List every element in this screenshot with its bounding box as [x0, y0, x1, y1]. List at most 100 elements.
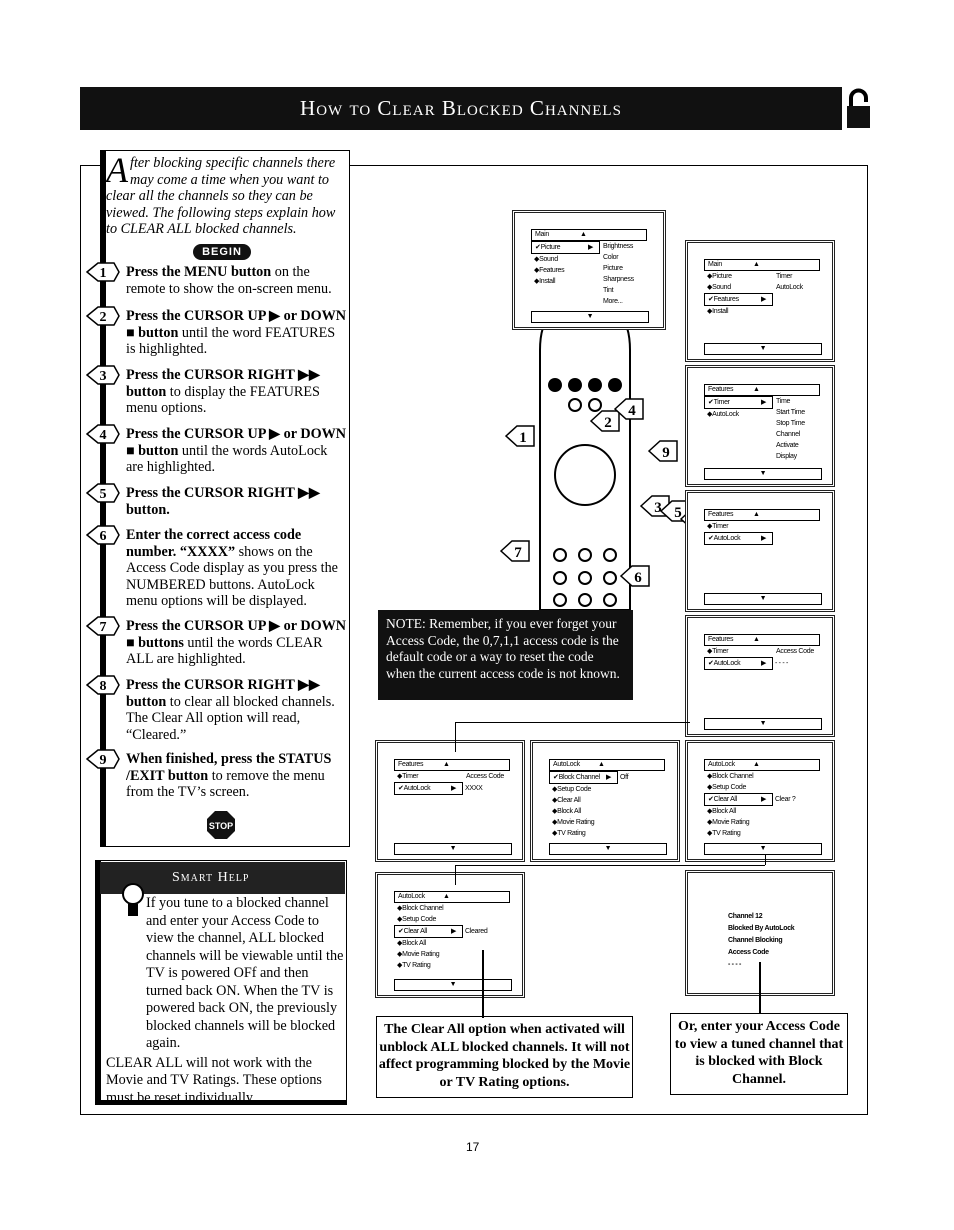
- menu-item-label: Install: [712, 308, 729, 315]
- menu-item-label: TV Rating: [402, 962, 431, 969]
- intro-text: After blocking specific channels there m…: [106, 152, 346, 238]
- callout-number: 2: [604, 415, 612, 431]
- step-callout-6: 6: [619, 565, 650, 587]
- menu-item: ◆Setup Code: [394, 914, 510, 925]
- connector-line: [455, 722, 456, 752]
- stop-label: STOP: [209, 821, 233, 831]
- menu-item: ◆Block All: [704, 806, 820, 817]
- arrow-down-icon: ▼: [704, 718, 822, 730]
- step-1: 1 Press the MENU button on the remote to …: [86, 262, 348, 297]
- menu-title: Main: [708, 261, 722, 268]
- arrow-right-icon: ▶: [588, 244, 594, 251]
- step-callout-7: 7: [499, 540, 530, 562]
- arrow-up-icon: ▲: [753, 386, 760, 393]
- menu-item: ✔Clear All ▶ Clear ?: [704, 793, 796, 806]
- menu-title: Main: [535, 231, 549, 238]
- submenu-item: Timer: [776, 273, 793, 280]
- step-number-badge-icon: 9: [86, 749, 120, 769]
- step-6: 6 Enter the correct access code number. “…: [86, 525, 348, 610]
- menu-item-label: Movie Rating: [402, 951, 440, 958]
- arrow-down-icon: ▼: [704, 843, 822, 855]
- tv-screen-menu: Features ▲ ◆Timer ✔AutoLock ▶ ▼: [685, 490, 835, 612]
- menu-item-value: Off: [620, 774, 629, 781]
- callout-number: 9: [662, 445, 670, 461]
- menu-item-label: Setup Code: [557, 786, 592, 793]
- menu-item: ◆Timer Access Code: [704, 646, 820, 657]
- tv-screen-menu: AutoLock ▲ ✔Block Channel ▶ Off ◆Setup Code ◆C…: [530, 740, 680, 862]
- menu-item-label: Setup Code: [402, 916, 437, 923]
- step-7: 7 Press the CURSOR UP ▶ or DOWN ■ buttons…: [86, 616, 348, 668]
- menu-item-label: Timer: [712, 523, 729, 530]
- arrow-down-icon: ▼: [704, 468, 822, 480]
- step-number: 3: [100, 369, 107, 384]
- menu-item-label: Block All: [402, 940, 426, 947]
- arrow-right-icon: ▶: [451, 785, 457, 792]
- menu-item-value: XXXX: [465, 785, 483, 792]
- menu-item-label: Movie Rating: [557, 819, 595, 826]
- arrow-right-icon: ▶: [761, 296, 767, 303]
- menu-item: ◆TV Rating: [394, 960, 510, 971]
- menu-item-label: Clear All: [403, 928, 428, 935]
- step-number-badge-icon: 6: [86, 525, 120, 545]
- menu-item-label: Sound: [539, 256, 558, 263]
- menu-item-label: Timer: [402, 773, 419, 780]
- arrow-up-icon: ▲: [753, 761, 760, 768]
- menu-item-label: Timer: [712, 648, 729, 655]
- intro-body: fter blocking specific channels there ma…: [106, 155, 336, 237]
- arrow-line: [482, 950, 484, 1018]
- step-2: 2 Press the CURSOR UP ▶ or DOWN ■ button …: [86, 306, 348, 358]
- tv-screen-menu: Features ▲ ✔Timer ▶ ◆AutoLock Time Start Time S…: [685, 365, 835, 487]
- menu-item-label: Picture: [712, 273, 732, 280]
- menu-item-label: Block All: [712, 808, 736, 815]
- menu-item-label: Movie Rating: [712, 819, 750, 826]
- step-4: 4 Press the CURSOR UP ▶ or DOWN ■ button …: [86, 424, 348, 476]
- menu-item-label: Clear All: [557, 797, 581, 804]
- step-number-badge-icon: 2: [86, 306, 120, 326]
- menu-title: AutoLock: [553, 761, 580, 768]
- submenu-item: Color: [603, 254, 619, 261]
- step-number: 4: [100, 428, 107, 443]
- step-number: 2: [100, 310, 107, 325]
- step-number: 1: [100, 266, 107, 281]
- page-number: 17: [466, 1140, 480, 1154]
- step-heading: Press the CURSOR RIGHT ▶▶ button.: [126, 485, 320, 518]
- manual-page: How to Clear Blocked Channels After bloc…: [0, 0, 954, 1230]
- submenu-item: Tint: [603, 287, 614, 294]
- menu-item-label: Block Channel: [402, 905, 444, 912]
- step-number: 8: [100, 679, 107, 694]
- menu-item: ✔AutoLock ▶: [704, 532, 773, 545]
- menu-header: AutoLock ▲: [704, 759, 820, 771]
- tv-screen-menu: Main ▲ ◆Picture ◆Sound ✔Features ▶ ◆Install Tim…: [685, 240, 835, 362]
- arrow-up-icon: ▲: [598, 761, 605, 768]
- submenu-item: Activate: [776, 442, 799, 449]
- menu-item: ✔Picture ▶: [531, 241, 600, 254]
- submenu-item: More...: [603, 298, 623, 305]
- menu-item: ✔AutoLock ▶ XXXX: [394, 782, 483, 795]
- step-heading: Press the MENU button: [126, 264, 272, 280]
- note-box: NOTE: Remember, if you ever forget your …: [378, 610, 633, 700]
- menu-header: Main ▲: [531, 229, 647, 241]
- menu-item: ◆Timer Access Code: [394, 771, 510, 782]
- step-number: 7: [100, 620, 107, 635]
- step-callout-4: 4: [613, 398, 644, 420]
- menu-item: ◆TV Rating: [549, 828, 665, 839]
- menu-item-label: Picture: [540, 244, 561, 251]
- submenu-item: Channel: [776, 431, 800, 438]
- menu-item-value: Access Code: [776, 648, 814, 655]
- menu-item-value: - - - -: [775, 660, 789, 667]
- tv-screen-menu: AutoLock ▲ ◆Block Channel ◆Setup Code ✔Clear…: [685, 740, 835, 862]
- menu-item: ◆Setup Code: [704, 782, 820, 793]
- submenu-item: Display: [776, 453, 797, 460]
- menu-item: ◆Install: [704, 306, 820, 317]
- menu-item-label: Setup Code: [712, 784, 747, 791]
- step-callout-9: 9: [647, 440, 678, 462]
- arrow-down-icon: ▼: [394, 843, 512, 855]
- step-number-badge-icon: 1: [86, 262, 120, 282]
- step-5: 5 Press the CURSOR RIGHT ▶▶ button.: [86, 483, 348, 518]
- arrow-right-icon: ▶: [761, 399, 767, 406]
- step-9: 9 When finished, press the STATUS /EXIT b…: [86, 749, 348, 801]
- menu-item-label: AutoLock: [713, 535, 741, 542]
- arrow-down-icon: ▼: [704, 343, 822, 355]
- menu-item-label: AutoLock: [712, 411, 739, 418]
- step-number: 9: [100, 753, 107, 768]
